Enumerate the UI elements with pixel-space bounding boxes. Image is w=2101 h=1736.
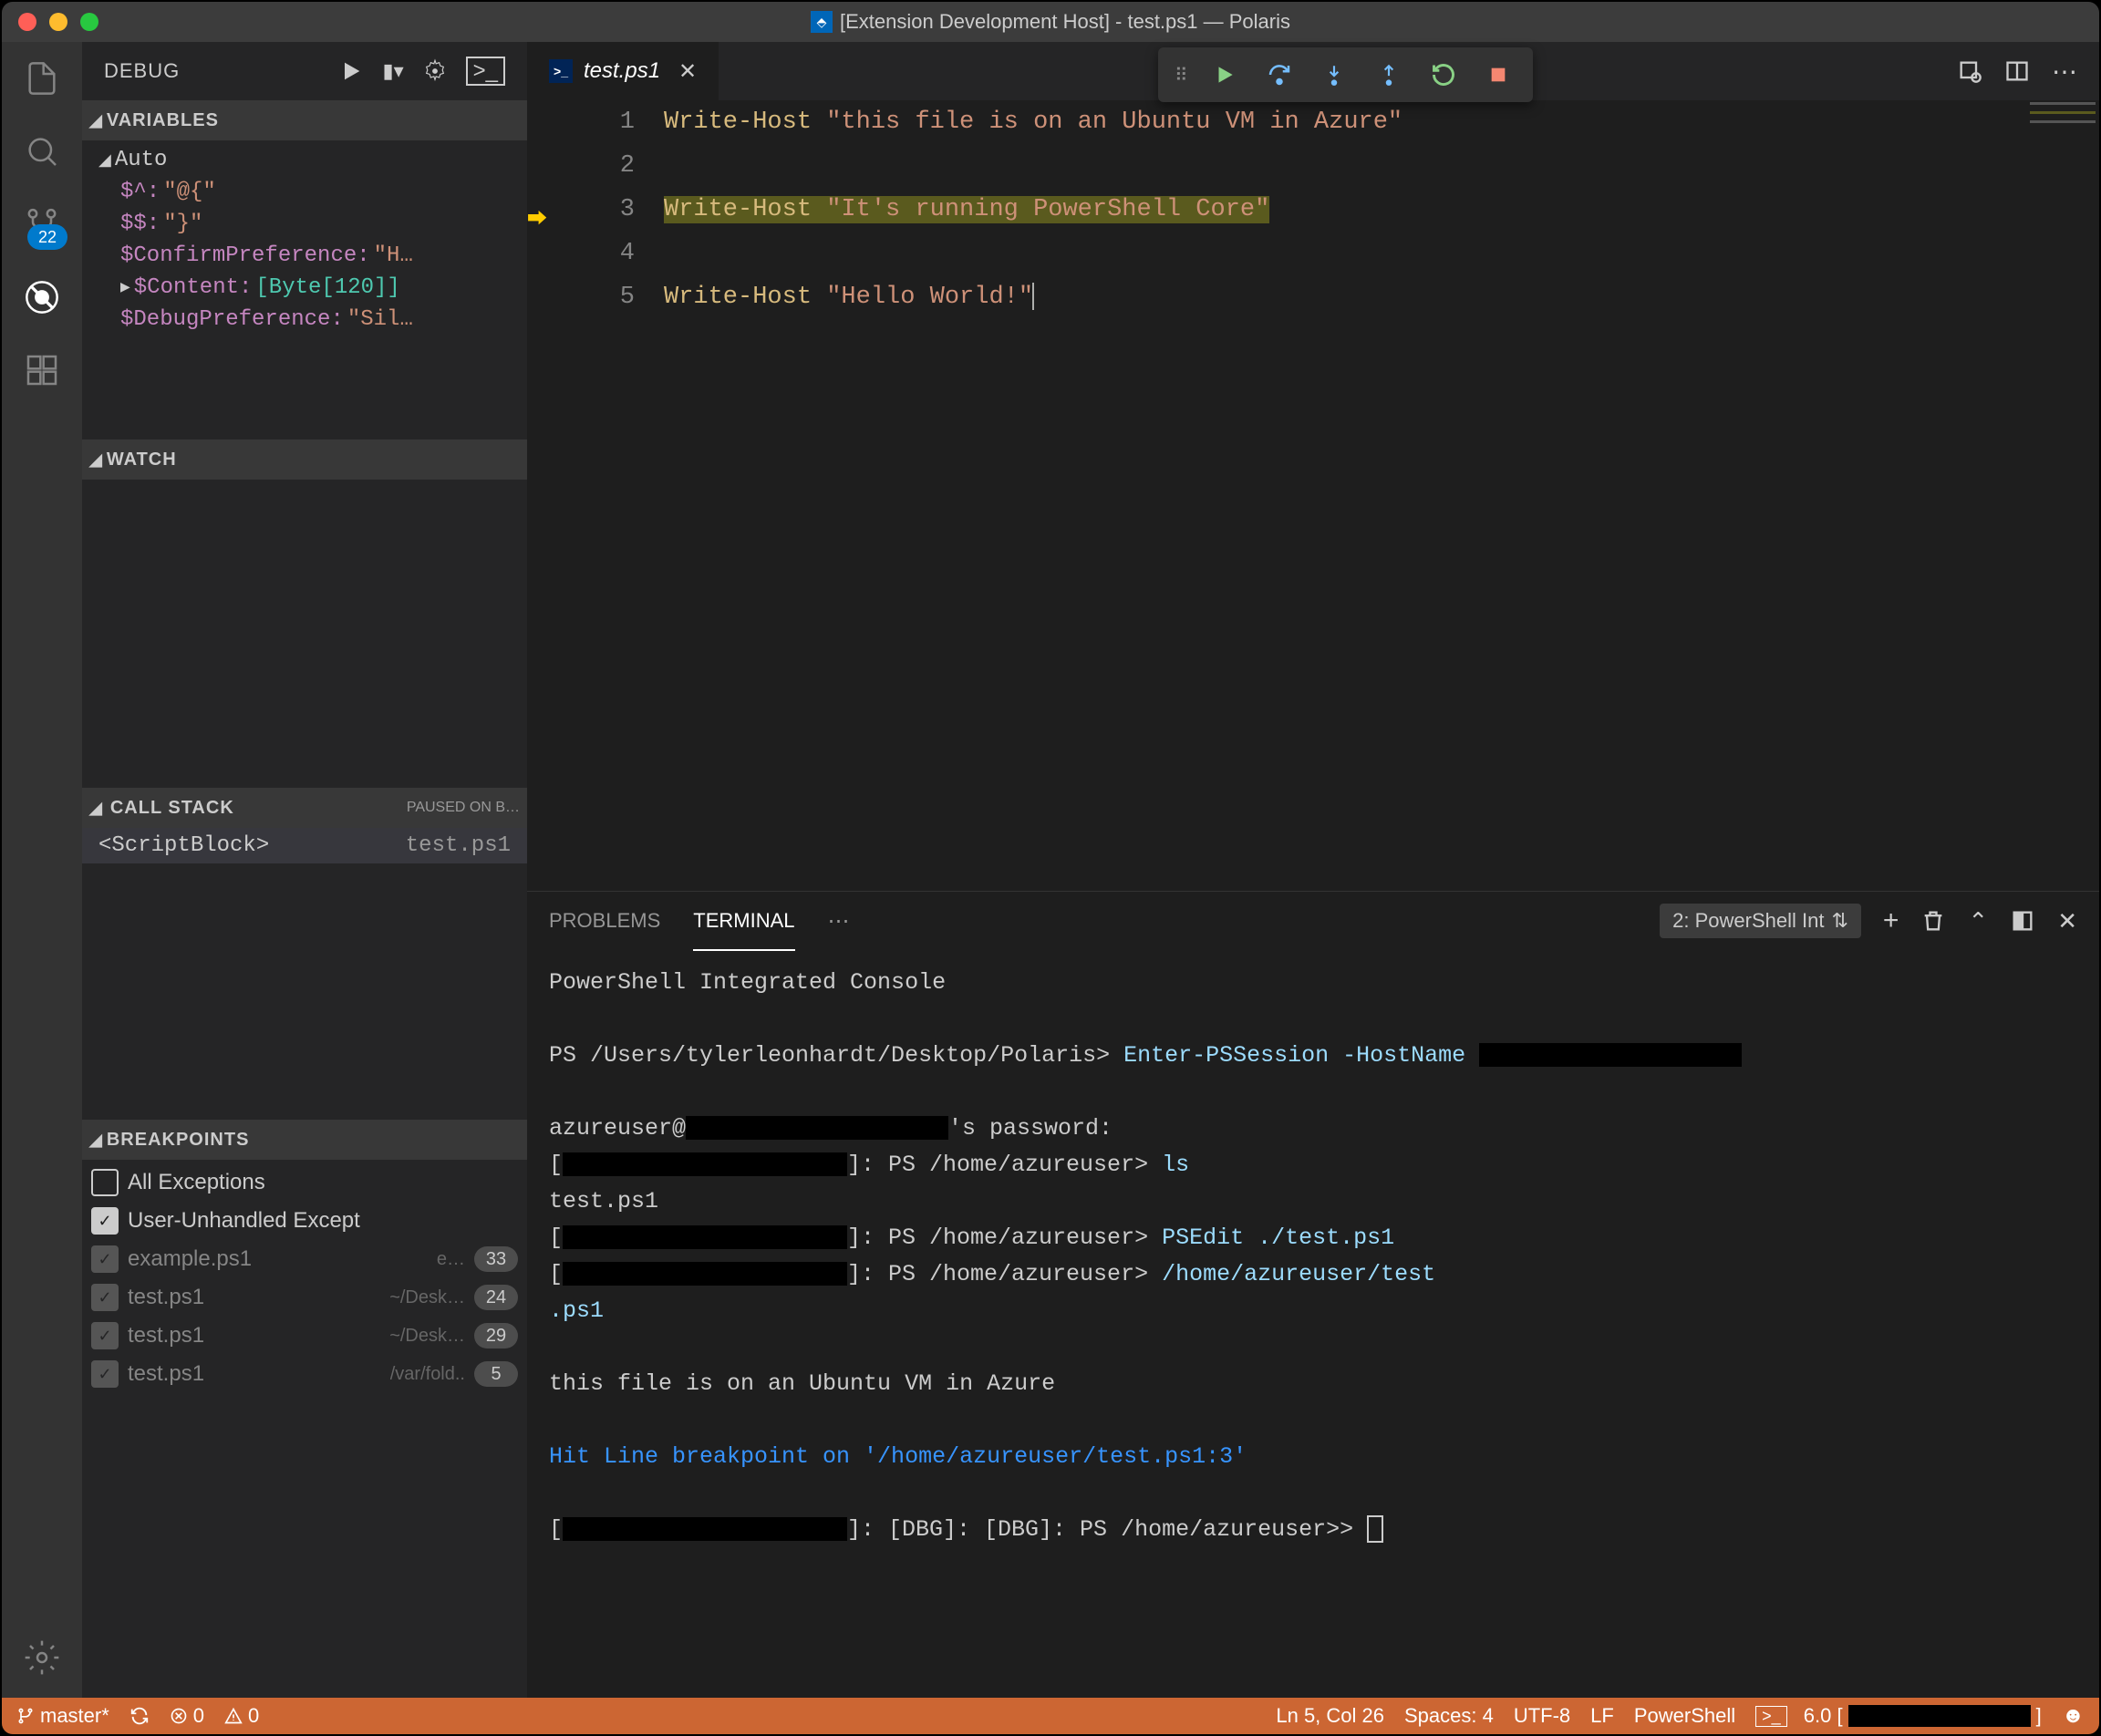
errors-count[interactable]: 0: [170, 1704, 204, 1728]
breakpoint-row[interactable]: test.ps1/var/fold..5: [82, 1355, 527, 1393]
settings-gear-icon[interactable]: [20, 1636, 64, 1679]
maximize-window-button[interactable]: [80, 13, 98, 31]
checkbox[interactable]: [91, 1169, 119, 1196]
search-icon[interactable]: [20, 129, 64, 173]
tab-problems[interactable]: PROBLEMS: [549, 904, 660, 938]
bottom-panel: PROBLEMS TERMINAL ⋯ 2: PowerShell Int⇅ +…: [527, 891, 2099, 1698]
variable-row[interactable]: $DebugPreference: "Sil…: [82, 304, 527, 336]
variable-row[interactable]: ▶ $Content: [Byte[120]]: [82, 272, 527, 304]
breakpoint-row[interactable]: example.ps1e…33: [82, 1240, 527, 1278]
git-branch[interactable]: master*: [16, 1704, 109, 1728]
step-over-button[interactable]: [1256, 53, 1303, 97]
variables-header[interactable]: ◢VARIABLES: [82, 100, 527, 140]
panel-more-tabs-icon[interactable]: ⋯: [828, 908, 850, 935]
indentation[interactable]: Spaces: 4: [1404, 1704, 1494, 1728]
powershell-file-icon: >_: [549, 59, 573, 83]
close-tab-icon[interactable]: ✕: [678, 58, 697, 85]
variable-row[interactable]: $^: "@{": [82, 176, 527, 208]
language-mode[interactable]: PowerShell: [1634, 1704, 1735, 1728]
restart-button[interactable]: [1420, 53, 1467, 97]
vscode-icon: ⬘: [811, 11, 833, 33]
more-actions-icon[interactable]: ⋯: [2052, 57, 2077, 87]
watch-header[interactable]: ◢WATCH: [82, 439, 527, 480]
powershell-version[interactable]: >_ 6.0 []: [1755, 1704, 2042, 1728]
new-terminal-icon[interactable]: +: [1883, 905, 1899, 936]
explorer-icon[interactable]: [20, 57, 64, 100]
checkbox[interactable]: [91, 1360, 119, 1388]
sidebar-title: DEBUG: [104, 59, 180, 83]
sync-button[interactable]: [129, 1706, 150, 1726]
panel-maximize-icon[interactable]: [2010, 908, 2035, 934]
compare-changes-icon[interactable]: [1957, 58, 1982, 84]
feedback-icon[interactable]: ☻: [2062, 1703, 2085, 1729]
panel-up-icon[interactable]: ⌃: [1968, 907, 1988, 935]
breakpoint-row[interactable]: test.ps1~/Desk…24: [82, 1278, 527, 1317]
minimap[interactable]: [2026, 100, 2099, 891]
encoding[interactable]: UTF-8: [1514, 1704, 1570, 1728]
toolbar-grip-icon[interactable]: ⠿: [1169, 64, 1194, 87]
debug-toolbar: ⠿: [1158, 47, 1533, 102]
source-control-icon[interactable]: 22: [20, 202, 64, 246]
debug-console-icon[interactable]: >_: [466, 57, 505, 86]
terminal-selector[interactable]: 2: PowerShell Int⇅: [1660, 904, 1861, 938]
eol[interactable]: LF: [1590, 1704, 1614, 1728]
callstack-frame[interactable]: <ScriptBlock> test.ps1: [82, 828, 527, 863]
extensions-icon[interactable]: [20, 348, 64, 392]
panel-close-icon[interactable]: ✕: [2057, 907, 2077, 935]
cursor-position[interactable]: Ln 5, Col 26: [1276, 1704, 1384, 1728]
breakpoint-row[interactable]: test.ps1~/Desk…29: [82, 1317, 527, 1355]
checkbox[interactable]: [91, 1284, 119, 1311]
debug-icon[interactable]: [20, 275, 64, 319]
checkbox[interactable]: [91, 1245, 119, 1273]
titlebar: ⬘ [Extension Development Host] - test.ps…: [2, 2, 2099, 42]
callstack-header[interactable]: ◢CALL STACKPAUSED ON B…: [82, 788, 527, 828]
warnings-count[interactable]: 0: [224, 1704, 259, 1728]
step-out-button[interactable]: [1365, 53, 1413, 97]
code-editor[interactable]: ⮕ 12345 Write-Host "this file is on an U…: [527, 100, 2099, 891]
debug-sidebar: DEBUG ▮▾ >_ ◢VARIABLES ◢Auto $^: "@{"$$:…: [82, 42, 527, 1698]
checkbox[interactable]: [91, 1322, 119, 1349]
window-title: ⬘ [Extension Development Host] - test.ps…: [811, 10, 1290, 34]
terminal-output[interactable]: PowerShell Integrated Console PS /Users/…: [527, 950, 2099, 1698]
tab-test-ps1[interactable]: >_ test.ps1 ✕: [527, 42, 719, 100]
activity-bar: 22: [2, 42, 82, 1698]
debug-config-dropdown[interactable]: ▮▾: [382, 59, 403, 83]
continue-button[interactable]: [1201, 53, 1248, 97]
split-editor-icon[interactable]: [2004, 58, 2030, 84]
kill-terminal-icon[interactable]: [1920, 908, 1946, 934]
start-debug-button[interactable]: [338, 58, 364, 84]
status-bar: master* 0 0 Ln 5, Col 26 Spaces: 4 UTF-8…: [2, 1698, 2099, 1734]
variable-scope[interactable]: ◢Auto: [82, 144, 527, 176]
scm-badge: 22: [27, 224, 67, 250]
step-into-button[interactable]: [1310, 53, 1358, 97]
tab-terminal[interactable]: TERMINAL: [693, 904, 794, 938]
breakpoint-row[interactable]: User-Unhandled Except: [82, 1202, 527, 1240]
variable-row[interactable]: $$: "}": [82, 208, 527, 240]
stop-button[interactable]: [1475, 53, 1522, 97]
breakpoint-row[interactable]: All Exceptions: [82, 1163, 527, 1202]
debug-settings-icon[interactable]: [422, 58, 448, 84]
breakpoints-header[interactable]: ◢BREAKPOINTS: [82, 1120, 527, 1160]
variable-row[interactable]: $ConfirmPreference: "H…: [82, 240, 527, 272]
checkbox[interactable]: [91, 1207, 119, 1235]
close-window-button[interactable]: [18, 13, 36, 31]
minimize-window-button[interactable]: [49, 13, 67, 31]
